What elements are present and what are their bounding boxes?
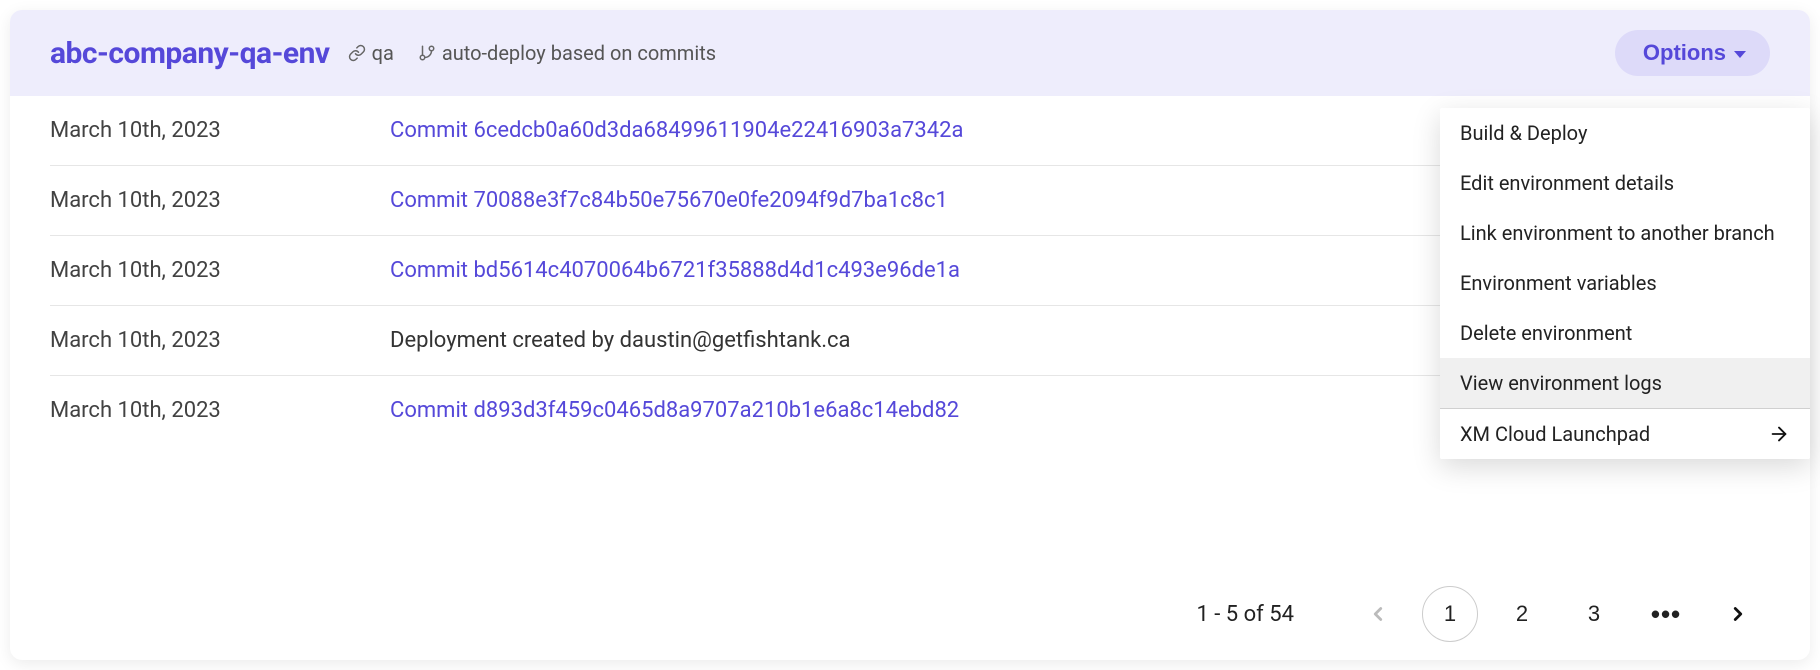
commit-link[interactable]: Commit 6cedcb0a60d3da68499611904e2241690… — [390, 118, 963, 143]
dropdown-item-label: Environment variables — [1460, 271, 1657, 295]
pagination: 1 - 5 of 54 1 2 3 ••• — [1196, 586, 1766, 642]
arrow-right-icon — [1768, 423, 1790, 445]
dropdown-item-view-logs[interactable]: View environment logs — [1440, 358, 1810, 408]
dropdown-item-launchpad[interactable]: XM Cloud Launchpad — [1440, 409, 1810, 459]
options-dropdown: Build & Deploy Edit environment details … — [1440, 108, 1810, 459]
caret-down-icon — [1734, 51, 1746, 58]
link-icon — [348, 44, 366, 62]
dropdown-item-label: Delete environment — [1460, 321, 1632, 345]
pagination-page-3[interactable]: 3 — [1566, 586, 1622, 642]
dropdown-item-label: XM Cloud Launchpad — [1460, 422, 1650, 446]
dropdown-item-build-deploy[interactable]: Build & Deploy — [1440, 108, 1810, 158]
dropdown-item-env-variables[interactable]: Environment variables — [1440, 258, 1810, 308]
dropdown-item-link-branch[interactable]: Link environment to another branch — [1440, 208, 1810, 258]
commit-link[interactable]: Commit d893d3f459c0465d8a9707a210b1e6a8c… — [390, 398, 959, 423]
branch-tag: auto-deploy based on commits — [418, 41, 716, 65]
pagination-next[interactable] — [1710, 586, 1766, 642]
options-button[interactable]: Options — [1615, 30, 1770, 76]
deployment-date: March 10th, 2023 — [50, 188, 390, 213]
link-tag: qa — [348, 41, 394, 65]
branch-tag-label: auto-deploy based on commits — [442, 41, 716, 65]
dropdown-item-delete-environment[interactable]: Delete environment — [1440, 308, 1810, 358]
pagination-page-2[interactable]: 2 — [1494, 586, 1550, 642]
dropdown-item-label: Build & Deploy — [1460, 121, 1587, 145]
commit-link[interactable]: Commit 70088e3f7c84b50e75670e0fe2094f9d7… — [390, 188, 948, 213]
pagination-prev[interactable] — [1350, 586, 1406, 642]
deployment-date: March 10th, 2023 — [50, 398, 390, 423]
options-button-label: Options — [1643, 40, 1726, 66]
dropdown-item-edit-environment[interactable]: Edit environment details — [1440, 158, 1810, 208]
deployment-text: Deployment created by daustin@getfishtan… — [390, 328, 851, 353]
deployment-date: March 10th, 2023 — [50, 118, 390, 143]
pagination-ellipsis[interactable]: ••• — [1638, 586, 1694, 642]
environment-header: abc-company-qa-env qa auto-deploy based … — [10, 10, 1810, 96]
header-tags: qa auto-deploy based on commits — [348, 41, 716, 65]
dropdown-item-label: Link environment to another branch — [1460, 221, 1775, 245]
deployment-date: March 10th, 2023 — [50, 258, 390, 283]
commit-link[interactable]: Commit bd5614c4070064b6721f35888d4d1c493… — [390, 258, 960, 283]
chevron-left-icon — [1367, 603, 1389, 625]
git-branch-icon — [418, 44, 436, 62]
dropdown-item-label: View environment logs — [1460, 371, 1662, 395]
dropdown-item-label: Edit environment details — [1460, 171, 1674, 195]
pagination-info: 1 - 5 of 54 — [1196, 602, 1294, 627]
deployment-date: March 10th, 2023 — [50, 328, 390, 353]
chevron-right-icon — [1727, 603, 1749, 625]
environment-title: abc-company-qa-env — [50, 36, 330, 71]
link-tag-label: qa — [372, 41, 394, 65]
pagination-page-1[interactable]: 1 — [1422, 586, 1478, 642]
